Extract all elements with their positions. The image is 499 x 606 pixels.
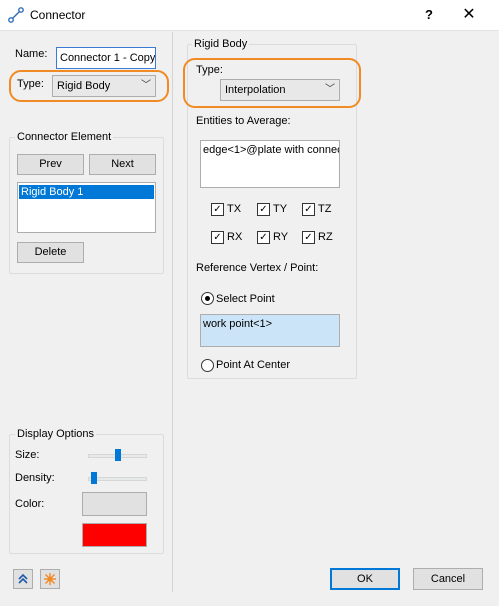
checkbox-ry[interactable]: ✓ xyxy=(257,231,270,244)
select-point-radio[interactable] xyxy=(201,292,214,305)
collapse-icon[interactable] xyxy=(13,569,33,589)
checkbox-label-ty[interactable]: TY xyxy=(273,203,287,215)
window-title: Connector xyxy=(30,8,86,22)
chevron-down-icon: ﹀ xyxy=(141,80,151,91)
checkbox-rx[interactable]: ✓ xyxy=(211,231,224,244)
chevron-down-icon: ﹀ xyxy=(325,84,335,95)
density-slider-thumb[interactable] xyxy=(90,472,97,484)
checkbox-tz[interactable]: ✓ xyxy=(302,203,315,216)
type-select-value: Rigid Body xyxy=(57,80,111,92)
ok-button[interactable]: OK xyxy=(330,568,400,590)
cancel-button[interactable]: Cancel xyxy=(413,568,483,590)
point-at-center-radio[interactable] xyxy=(201,359,214,372)
title-bar: Connector ? ✕ xyxy=(0,0,499,31)
density-slider-track[interactable] xyxy=(88,477,147,481)
rigid-type-label: Type: xyxy=(196,64,223,76)
point-at-center-label[interactable]: Point At Center xyxy=(216,359,290,371)
color-picker-button[interactable] xyxy=(82,492,147,516)
delete-button[interactable]: Delete xyxy=(17,242,84,263)
display-options-title: Display Options xyxy=(15,428,97,440)
checkbox-ty[interactable]: ✓ xyxy=(257,203,270,216)
point-field[interactable]: work point<1> xyxy=(200,314,340,347)
name-label: Name: xyxy=(15,48,48,60)
checkbox-label-ry[interactable]: RY xyxy=(273,231,288,243)
panel-divider xyxy=(172,32,173,592)
reference-label: Reference Vertex / Point: xyxy=(196,262,319,274)
list-item[interactable]: Rigid Body 1 xyxy=(19,185,154,199)
entities-label: Entities to Average: xyxy=(196,115,291,127)
connector-icon xyxy=(8,7,24,23)
size-label: Size: xyxy=(15,449,40,461)
next-button[interactable]: Next xyxy=(89,154,156,175)
checkbox-label-rx[interactable]: RX xyxy=(227,231,242,243)
checkbox-label-tz[interactable]: TZ xyxy=(318,203,331,215)
prev-button[interactable]: Prev xyxy=(17,154,84,175)
checkbox-tx[interactable]: ✓ xyxy=(211,203,224,216)
rigid-body-title: Rigid Body xyxy=(192,38,250,50)
highlight-toggle-icon[interactable] xyxy=(40,569,60,589)
checkbox-rz[interactable]: ✓ xyxy=(302,231,315,244)
type-select[interactable]: Rigid Body ﹀ xyxy=(52,75,156,97)
rigid-type-select-value: Interpolation xyxy=(225,84,286,96)
rigid-type-select[interactable]: Interpolation ﹀ xyxy=(220,79,340,101)
checkbox-label-rz[interactable]: RZ xyxy=(318,231,333,243)
select-point-label[interactable]: Select Point xyxy=(216,293,275,305)
color-label: Color: xyxy=(15,498,45,510)
checkbox-label-tx[interactable]: TX xyxy=(227,203,241,215)
name-input[interactable]: Connector 1 - Copy xyxy=(56,47,156,69)
color-swatch[interactable] xyxy=(82,523,147,547)
connector-element-title: Connector Element xyxy=(15,131,114,143)
size-slider-thumb[interactable] xyxy=(114,449,121,461)
density-label: Density: xyxy=(15,472,55,484)
type-label: Type: xyxy=(17,78,44,90)
close-button[interactable]: ✕ xyxy=(458,3,480,27)
help-button[interactable]: ? xyxy=(420,3,438,27)
entities-field[interactable]: edge<1>@plate with connec xyxy=(200,140,340,188)
connector-element-list[interactable]: Rigid Body 1 xyxy=(17,182,156,233)
